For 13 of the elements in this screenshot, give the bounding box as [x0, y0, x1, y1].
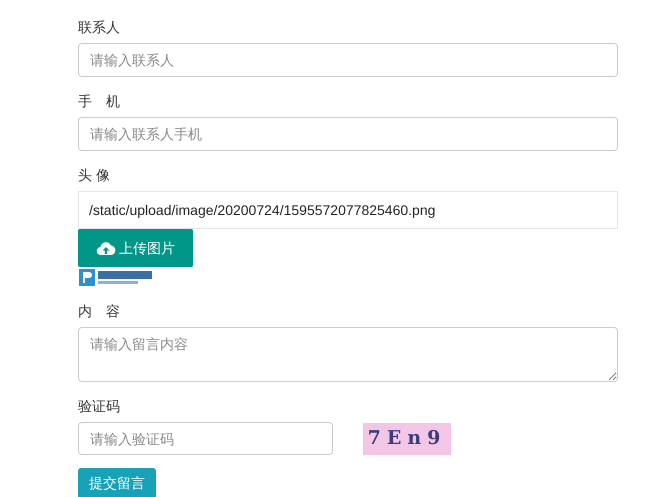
text-field[interactable]: 请输入联系人手机 — [78, 117, 618, 151]
upload-button[interactable]: 上传图片 — [78, 229, 193, 267]
path-field[interactable]: /static/upload/image/20200724/1595572077825460.png — [78, 191, 618, 229]
field-label: 内 容 — [78, 302, 121, 321]
text-field[interactable]: 请输入联系人 — [78, 43, 618, 77]
field-label: 手 机 — [78, 92, 121, 111]
field-label: 验证码 — [78, 397, 121, 416]
captcha-image[interactable]: 7En9 — [363, 422, 451, 454]
message-field[interactable]: 请输入留言内容 — [78, 327, 618, 382]
field-label: 联系人 — [78, 18, 121, 37]
field-label: 头 像 — [78, 166, 111, 185]
cloud-upload-icon — [96, 240, 116, 256]
captcha-field[interactable]: 请输入验证码 — [78, 422, 333, 455]
